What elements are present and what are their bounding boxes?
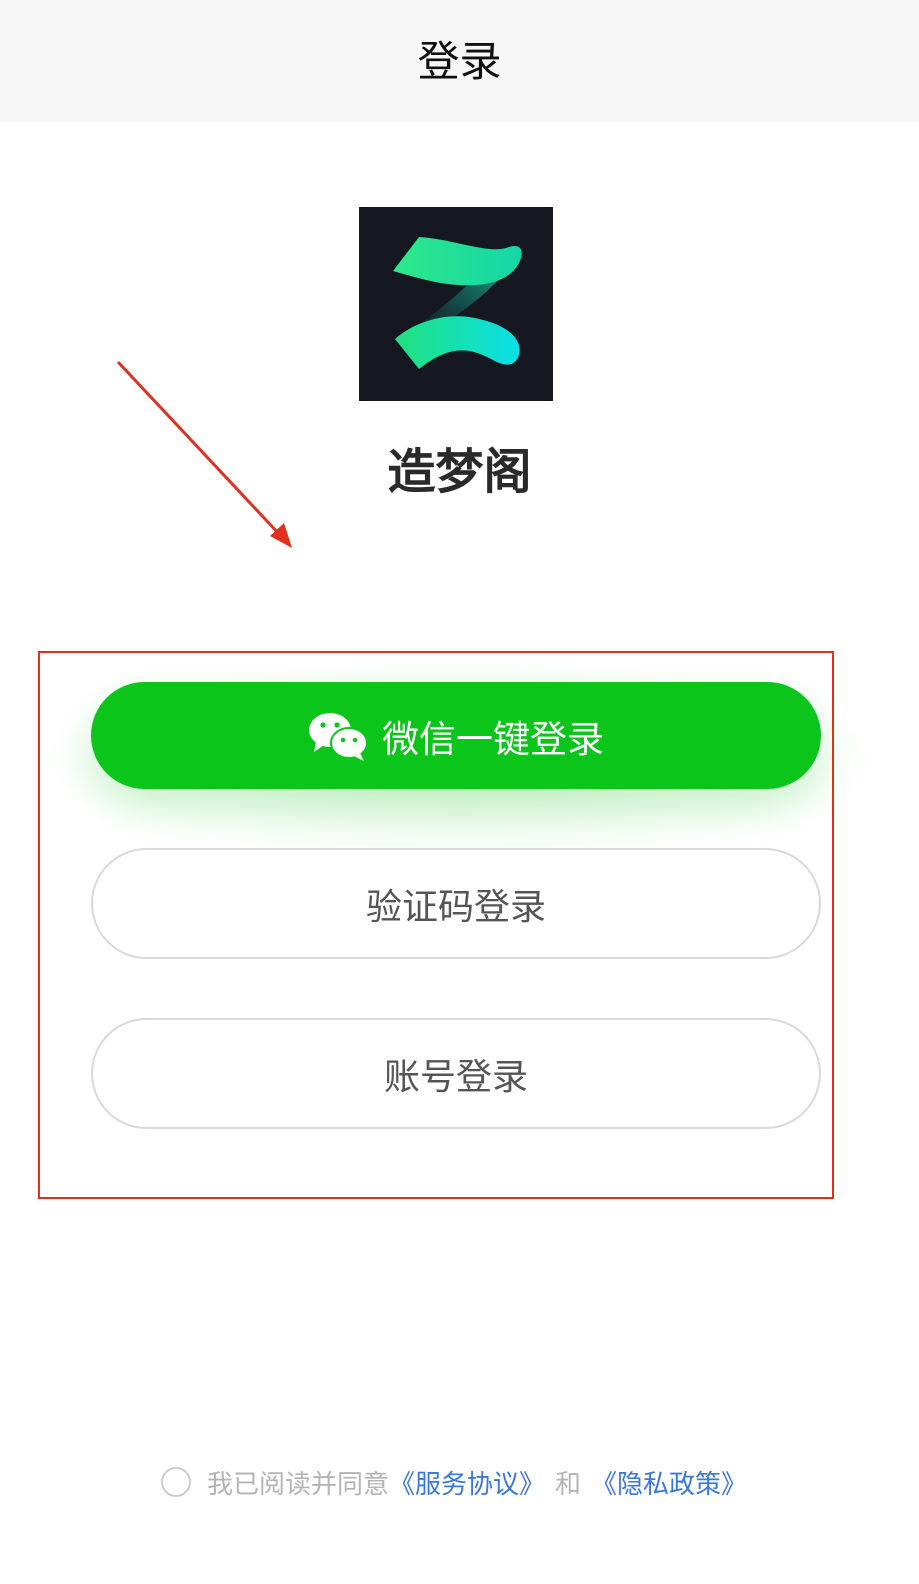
wechat-login-label: 微信一键登录 (382, 717, 604, 761)
agreement-radio[interactable] (161, 1467, 191, 1497)
nav-bar: 登录 (0, 0, 919, 122)
login-page: 登录 造梦阁 微信一键登录 验证码登录 账号登录 我已阅读并同意 《服务协议》 … (0, 0, 919, 1584)
account-login-button[interactable]: 账号登录 (91, 1018, 821, 1129)
page-title: 登录 (417, 36, 502, 86)
account-login-label: 账号登录 (383, 1056, 528, 1098)
agreement-text: 我已阅读并同意 (207, 1469, 390, 1500)
wechat-icon (309, 712, 368, 761)
wechat-login-button[interactable]: 微信一键登录 (91, 682, 821, 789)
privacy-policy-link[interactable]: 《隐私政策》 (591, 1464, 747, 1501)
agreement-row: 我已阅读并同意 《服务协议》 和 《隐私政策》 (161, 1462, 747, 1502)
sms-code-login-label: 验证码登录 (365, 886, 546, 928)
service-agreement-link[interactable]: 《服务协议》 (389, 1464, 545, 1501)
agreement-connector: 和 (555, 1469, 582, 1500)
app-logo (359, 207, 553, 401)
sms-code-login-button[interactable]: 验证码登录 (91, 848, 821, 959)
app-logo-z-icon (393, 237, 522, 369)
app-name: 造梦阁 (387, 444, 532, 500)
